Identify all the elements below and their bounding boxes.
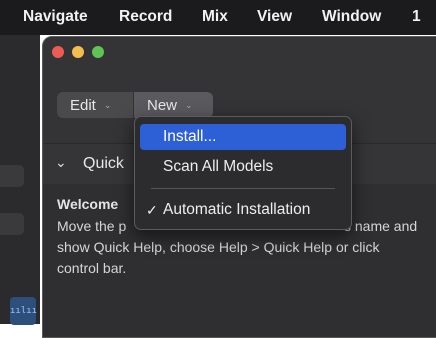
menu-window[interactable]: Window [322, 8, 381, 26]
background-control [0, 213, 24, 235]
new-dropdown-menu: Install... Scan All Models ✓ Automatic I… [134, 116, 352, 230]
edit-menu-button[interactable]: Edit ⌄ [57, 92, 133, 118]
close-window-button[interactable] [52, 46, 64, 58]
new-menu-button[interactable]: New ⌄ [133, 92, 213, 118]
menu-item-label: Scan All Models [163, 158, 274, 175]
menu-navigate[interactable]: Navigate [23, 8, 88, 26]
quick-help-text-line: show Quick Help, choose Help > Quick Hel… [57, 239, 380, 255]
menu-record[interactable]: Record [119, 8, 172, 26]
menu-bar: Navigate Record Mix View Window 1 [0, 0, 436, 35]
waveform-icon: ıılıı [10, 297, 37, 325]
toolbar-segmented-control: Edit ⌄ New ⌄ [57, 92, 213, 118]
background-control [0, 165, 24, 187]
minimize-window-button[interactable] [72, 46, 84, 58]
menu-item-label: Automatic Installation [163, 201, 311, 218]
menu-1[interactable]: 1 [412, 8, 421, 26]
quick-help-text-line: Move the p [57, 218, 127, 234]
menu-separator [151, 188, 335, 189]
edit-label: Edit [70, 96, 96, 114]
background-app-strip: ıılıı [0, 35, 40, 325]
quick-help-heading: Welcome [57, 196, 119, 212]
quick-help-title: Quick [83, 155, 124, 172]
menu-item-scan-all-models[interactable]: Scan All Models [140, 154, 346, 180]
quick-help-text-line: control bar. [57, 260, 127, 276]
quick-help-text-line: s name and [344, 218, 418, 234]
chevron-down-icon: ⌄ [185, 99, 193, 110]
chevron-down-icon: ⌄ [103, 99, 112, 110]
menu-item-install[interactable]: Install... [140, 124, 346, 150]
menu-item-label: Install... [163, 128, 217, 145]
disclosure-chevron-icon[interactable]: ⌄ [55, 154, 67, 171]
new-label: New [147, 96, 178, 114]
menu-item-automatic-installation[interactable]: ✓ Automatic Installation [140, 197, 346, 223]
zoom-window-button[interactable] [92, 46, 104, 58]
checkmark-icon: ✓ [146, 201, 158, 218]
menu-mix[interactable]: Mix [202, 8, 228, 26]
menu-view[interactable]: View [257, 8, 292, 26]
